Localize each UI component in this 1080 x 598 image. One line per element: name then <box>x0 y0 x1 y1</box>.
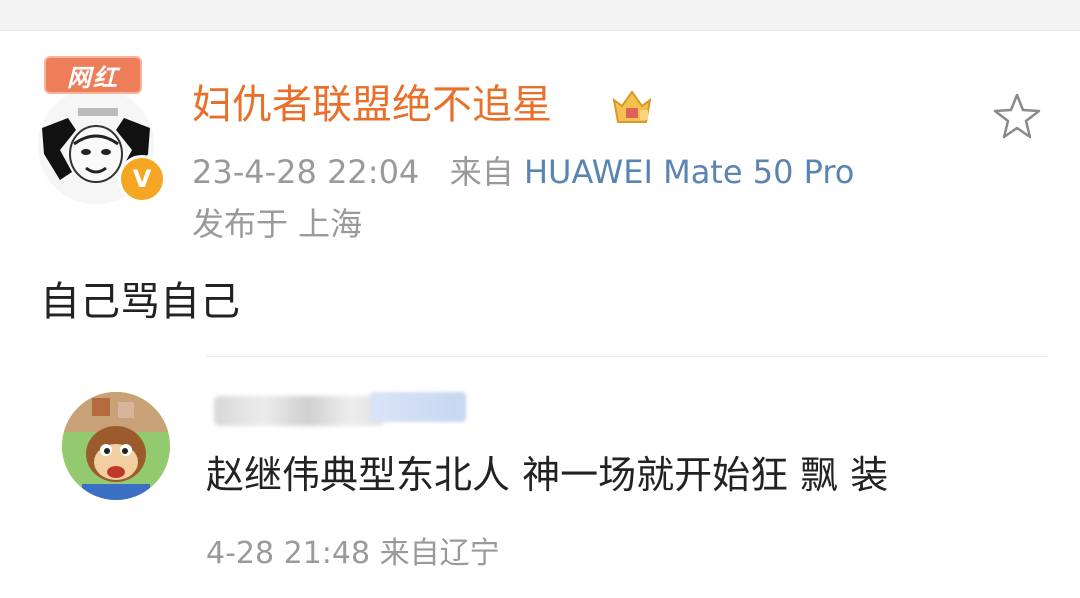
top-strip <box>0 0 1080 31</box>
comment-meta: 4-28 21:48 来自辽宁 <box>206 536 500 571</box>
post-meta: 23-4-28 22:04 来自 HUAWEI Mate 50 Pro <box>192 150 854 194</box>
comment-text: 赵继伟典型东北人 神一场就开始狂 飘 装 <box>206 453 889 497</box>
post-time: 23-4-28 22:04 <box>192 153 420 191</box>
comment-badge-blurred <box>370 392 466 422</box>
username[interactable]: 妇仇者联盟绝不追星 <box>192 80 552 130</box>
post-from-label: 来自 <box>449 153 514 191</box>
influencer-badge: 网红 <box>44 56 142 94</box>
favorite-star-icon[interactable] <box>992 92 1042 140</box>
monkey-cartoon-icon <box>62 392 170 500</box>
divider <box>206 356 1048 357</box>
comment-username-blurred <box>214 396 384 426</box>
verified-v-icon: V <box>118 155 166 203</box>
vip-crown-icon <box>612 90 652 123</box>
comment-avatar[interactable] <box>62 392 170 500</box>
post-device[interactable]: HUAWEI Mate 50 Pro <box>524 153 854 191</box>
post-text: 自己骂自己 <box>40 279 240 325</box>
post-location: 发布于 上海 <box>192 205 363 243</box>
